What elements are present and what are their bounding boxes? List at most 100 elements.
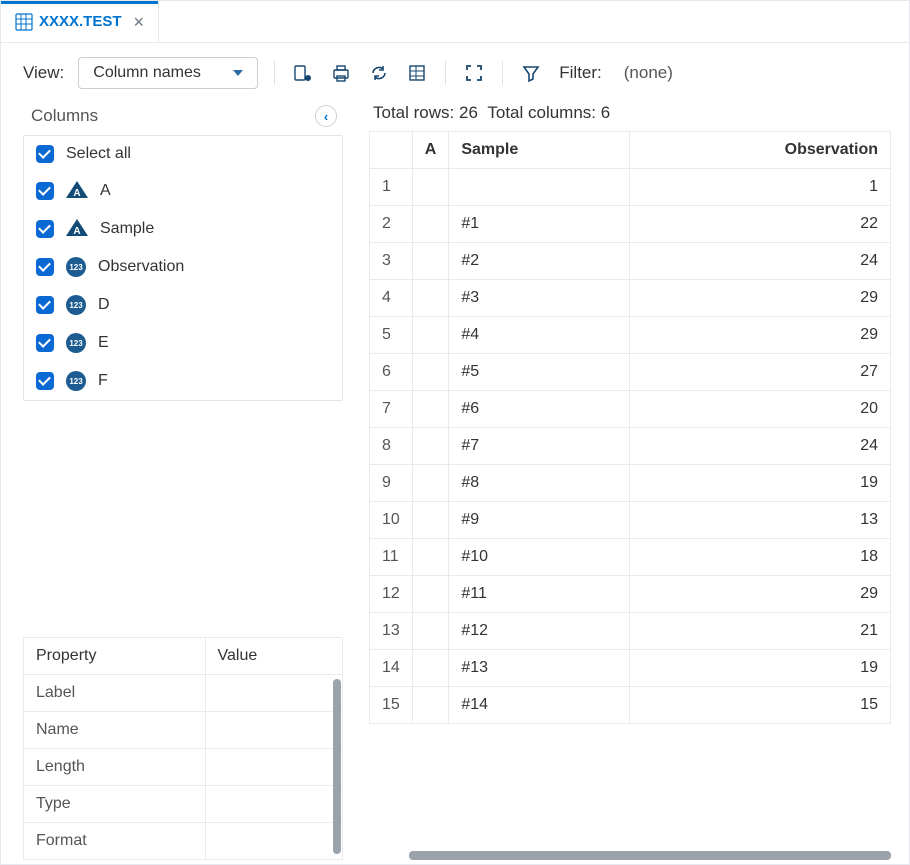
cell-observation[interactable]: 18 — [630, 539, 891, 576]
cell-a[interactable] — [412, 650, 449, 687]
cell-a[interactable] — [412, 576, 449, 613]
fullscreen-icon[interactable] — [462, 61, 486, 85]
table-row[interactable]: 13#1221 — [370, 613, 891, 650]
scrollbar-vertical[interactable] — [333, 679, 341, 854]
cell-sample[interactable]: #13 — [449, 650, 630, 687]
cell-sample[interactable]: #10 — [449, 539, 630, 576]
column-item[interactable]: 123D — [24, 286, 342, 324]
cell-a[interactable] — [412, 502, 449, 539]
cell-sample[interactable]: #3 — [449, 280, 630, 317]
prop-header-value: Value — [205, 638, 342, 675]
column-item[interactable]: ASample — [24, 210, 342, 248]
cell-a[interactable] — [412, 169, 449, 206]
cell-a[interactable] — [412, 613, 449, 650]
cell-sample[interactable]: #12 — [449, 613, 630, 650]
table-row[interactable]: 8#724 — [370, 428, 891, 465]
cell-a[interactable] — [412, 280, 449, 317]
cell-a[interactable] — [412, 243, 449, 280]
col-header-a[interactable]: A — [412, 132, 449, 169]
checkbox-column[interactable] — [36, 182, 54, 200]
cell-a[interactable] — [412, 391, 449, 428]
cell-observation[interactable]: 13 — [630, 502, 891, 539]
tab-dataset[interactable]: XXXX.TEST × — [1, 1, 159, 42]
cell-observation[interactable]: 19 — [630, 650, 891, 687]
scrollbar-horizontal[interactable] — [409, 851, 891, 860]
table-row[interactable]: 11 — [370, 169, 891, 206]
table-row[interactable]: 10 #913 — [370, 502, 891, 539]
cell-sample[interactable]: #7 — [449, 428, 630, 465]
checkbox-column[interactable] — [36, 296, 54, 314]
table-row[interactable]: 11#1018 — [370, 539, 891, 576]
cell-sample[interactable]: #6 — [449, 391, 630, 428]
cell-a[interactable] — [412, 317, 449, 354]
cell-sample[interactable] — [449, 169, 630, 206]
table-row[interactable]: 15#1415 — [370, 687, 891, 724]
table-row[interactable]: 12#1129 — [370, 576, 891, 613]
checkbox-column[interactable] — [36, 372, 54, 390]
view-select[interactable]: Column names — [78, 57, 258, 89]
property-name: Type — [24, 786, 206, 823]
print-icon[interactable] — [329, 61, 353, 85]
table-row[interactable]: 6#527 — [370, 354, 891, 391]
numeric-type-icon: 123 — [66, 333, 86, 353]
refresh-icon[interactable] — [367, 61, 391, 85]
row-number: 1 — [370, 169, 413, 206]
select-all-row[interactable]: Select all — [24, 136, 342, 172]
checkbox-column[interactable] — [36, 220, 54, 238]
checkbox-select-all[interactable] — [36, 145, 54, 163]
cell-observation[interactable]: 29 — [630, 317, 891, 354]
table-row[interactable]: 14#1319 — [370, 650, 891, 687]
table-row[interactable]: 3 #224 — [370, 243, 891, 280]
cell-observation[interactable]: 29 — [630, 280, 891, 317]
table-row[interactable]: 9#819 — [370, 465, 891, 502]
cell-observation[interactable]: 21 — [630, 613, 891, 650]
column-name: F — [98, 372, 108, 390]
table-row[interactable]: 4#329 — [370, 280, 891, 317]
column-item[interactable]: AA — [24, 172, 342, 210]
cell-sample[interactable]: #11 — [449, 576, 630, 613]
cell-sample[interactable]: #1 — [449, 206, 630, 243]
cell-a[interactable] — [412, 539, 449, 576]
cell-sample[interactable]: #8 — [449, 465, 630, 502]
cell-a[interactable] — [412, 206, 449, 243]
property-value — [205, 749, 342, 786]
cell-observation[interactable]: 19 — [630, 465, 891, 502]
row-number: 3 — [370, 243, 413, 280]
filter-icon[interactable] — [519, 61, 543, 85]
columns-icon[interactable] — [405, 61, 429, 85]
cell-sample[interactable]: #2 — [449, 243, 630, 280]
checkbox-column[interactable] — [36, 334, 54, 352]
options-icon[interactable] — [291, 61, 315, 85]
table-row[interactable]: 7#620 — [370, 391, 891, 428]
cell-sample[interactable]: #5 — [449, 354, 630, 391]
column-item[interactable]: 123Observation — [24, 248, 342, 286]
columns-title: Columns — [31, 106, 98, 126]
table-row[interactable]: 5#429 — [370, 317, 891, 354]
cell-a[interactable] — [412, 465, 449, 502]
col-header-sample[interactable]: Sample — [449, 132, 630, 169]
column-item[interactable]: 123E — [24, 324, 342, 362]
close-tab-icon[interactable]: × — [134, 13, 145, 31]
checkbox-column[interactable] — [36, 258, 54, 276]
cell-observation[interactable]: 24 — [630, 428, 891, 465]
column-item[interactable]: 123F — [24, 362, 342, 400]
cell-observation[interactable]: 27 — [630, 354, 891, 391]
collapse-icon[interactable]: ‹ — [315, 105, 337, 127]
row-number: 10 — [370, 502, 413, 539]
separator — [502, 61, 503, 85]
cell-sample[interactable]: #14 — [449, 687, 630, 724]
cell-sample[interactable]: #4 — [449, 317, 630, 354]
cell-observation[interactable]: 20 — [630, 391, 891, 428]
cell-a[interactable] — [412, 687, 449, 724]
cell-a[interactable] — [412, 354, 449, 391]
col-header-observation[interactable]: Observation — [630, 132, 891, 169]
table-row[interactable]: 2#122 — [370, 206, 891, 243]
cell-observation[interactable]: 15 — [630, 687, 891, 724]
cell-observation[interactable]: 1 — [630, 169, 891, 206]
cell-observation[interactable]: 29 — [630, 576, 891, 613]
cell-a[interactable] — [412, 428, 449, 465]
cell-observation[interactable]: 22 — [630, 206, 891, 243]
cell-sample[interactable]: #9 — [449, 502, 630, 539]
property-row: Type — [24, 786, 343, 823]
cell-observation[interactable]: 24 — [630, 243, 891, 280]
